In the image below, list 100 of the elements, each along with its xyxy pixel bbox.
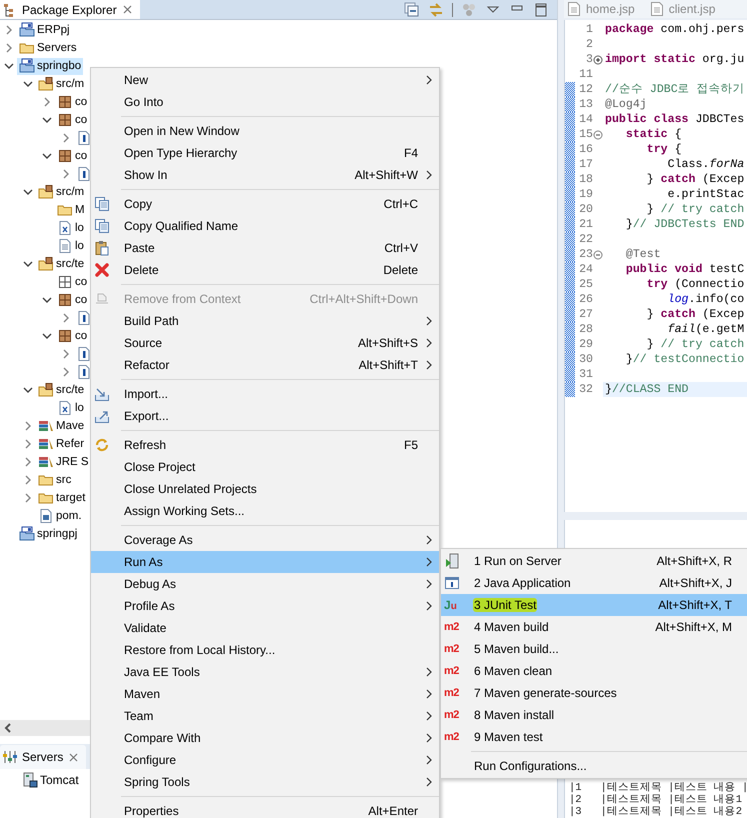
tree-item[interactable]: Servers [17, 40, 79, 56]
tree-item[interactable]: src/m [36, 184, 86, 200]
tree-item[interactable]: target [36, 490, 88, 506]
scroll-left-icon[interactable] [3, 722, 13, 734]
package-icon [57, 328, 73, 344]
menu-item[interactable]: Run As [91, 551, 439, 573]
tree-item[interactable]: co [55, 292, 90, 308]
close-icon[interactable] [67, 750, 80, 764]
menu-item[interactable]: 1 Run on Server Alt+Shift+X, R [441, 550, 747, 572]
line-number: 30 [578, 353, 593, 366]
menu-item[interactable]: Copy Qualified Name [91, 215, 439, 237]
menu-item[interactable]: Java EE Tools [91, 661, 439, 683]
tree-item[interactable]: src/m [36, 76, 86, 92]
shortcut-label: Alt+Shift+X, R [656, 554, 733, 568]
menu-item[interactable]: m2 9 Maven test [441, 726, 747, 748]
shortcut-label: F4 [402, 146, 418, 160]
menu-item[interactable]: Refresh F5 [91, 434, 439, 456]
menu-item[interactable]: Close Project [91, 456, 439, 478]
menu-item[interactable]: Ju 3 JUnit Test Alt+Shift+X, T [441, 594, 747, 616]
menu-item[interactable]: Import... [91, 383, 439, 405]
menu-item[interactable]: Debug As [91, 573, 439, 595]
line-number: 12 [578, 83, 593, 96]
menu-item[interactable]: m2 7 Maven generate-sources [441, 682, 747, 704]
menu-item[interactable]: Open Type Hierarchy F4 [91, 142, 439, 164]
tree-item[interactable]: Refer [36, 436, 86, 452]
code-line: try { [646, 142, 683, 158]
menu-item[interactable]: m2 4 Maven build Alt+Shift+X, M [441, 616, 747, 638]
tree-item[interactable]: ERPpj [17, 22, 72, 38]
dots-icon[interactable] [461, 2, 477, 18]
menu-item[interactable]: Restore from Local History... [91, 639, 439, 661]
menu-item[interactable]: New [91, 69, 439, 91]
menu-item[interactable]: Compare With [91, 727, 439, 749]
menu-item[interactable]: Paste Ctrl+V [91, 237, 439, 259]
shortcut-label: Alt+Shift+X, J [658, 576, 733, 590]
menu-item[interactable]: Team [91, 705, 439, 727]
package-icon [57, 148, 73, 164]
menu-item[interactable]: Copy Ctrl+C [91, 193, 439, 215]
shortcut-label: Alt+Enter [367, 804, 418, 818]
file-icon [57, 238, 73, 254]
tree-item[interactable]: src [36, 472, 74, 488]
tree-item[interactable]: co [55, 94, 90, 110]
tree-item[interactable]: JRE S [36, 454, 91, 470]
menu-item[interactable]: Delete Delete [91, 259, 439, 281]
package-folder-icon [38, 256, 54, 272]
server-item[interactable]: Tomcat [20, 772, 81, 788]
menu-item[interactable]: Source Alt+Shift+S [91, 332, 439, 354]
tree-item[interactable]: M [55, 202, 87, 218]
package-icon [57, 94, 73, 110]
menu-item[interactable]: m2 5 Maven build... [441, 638, 747, 660]
menu-item[interactable]: Run Configurations... [441, 755, 747, 777]
tree-item[interactable]: co [55, 112, 90, 128]
tree-item[interactable]: co [55, 148, 90, 164]
shortcut-label: F5 [402, 438, 418, 452]
menu-item[interactable]: 2 Java Application Alt+Shift+X, J [441, 572, 747, 594]
menu-item[interactable]: Open in New Window [91, 120, 439, 142]
tree-item[interactable]: src/te [36, 256, 86, 272]
line-number: 22 [578, 233, 593, 246]
menu-item[interactable]: Profile As [91, 595, 439, 617]
tree-item[interactable]: lo [55, 400, 86, 416]
tree-item[interactable]: co [55, 274, 90, 290]
tree-item[interactable]: springbo [17, 58, 84, 74]
m2-icon: m2 [444, 731, 459, 743]
view-tab[interactable]: Servers [0, 745, 86, 769]
line-number: 17 [578, 158, 593, 172]
menu-item[interactable]: Refactor Alt+Shift+T [91, 354, 439, 376]
java-file-icon [76, 346, 92, 362]
menu-item[interactable]: m2 8 Maven install [441, 704, 747, 726]
fold-expand-icon[interactable] [593, 54, 603, 65]
menu-item[interactable]: Spring Tools [91, 771, 439, 793]
tree-item[interactable]: lo [55, 220, 86, 236]
menu-item[interactable]: Configure [91, 749, 439, 771]
menu-item[interactable]: Validate [91, 617, 439, 639]
tree-item[interactable]: Mave [36, 418, 86, 434]
line-number: 11 [578, 68, 593, 82]
close-icon[interactable] [120, 3, 134, 16]
tree-item[interactable]: src/te [36, 382, 86, 398]
tree-item[interactable]: co [55, 328, 90, 344]
menu-item[interactable]: Build Path [91, 310, 439, 332]
menu-item[interactable]: Maven [91, 683, 439, 705]
code-line: }// JDBCTests END [624, 217, 746, 232]
menu-item[interactable]: Show In Alt+Shift+W [91, 164, 439, 186]
menu-item[interactable]: Coverage As [91, 529, 439, 551]
tree-item[interactable]: lo [55, 238, 86, 254]
view-tab[interactable]: Package Explorer [0, 0, 140, 19]
shortcut-label: Alt+Shift+T [358, 358, 418, 372]
maximize-icon[interactable] [533, 2, 549, 18]
menu-item[interactable]: Export... [91, 405, 439, 427]
refresh-icon [94, 437, 110, 453]
code-line: import static org.ju [604, 52, 746, 68]
fold-collapse-icon[interactable] [593, 250, 603, 260]
tree-item[interactable]: pom. [36, 508, 84, 524]
menu-item[interactable]: Close Unrelated Projects [91, 478, 439, 500]
fold-collapse-icon[interactable] [593, 130, 603, 140]
menu-item[interactable]: Assign Working Sets... [91, 500, 439, 522]
menu-item[interactable]: m2 6 Maven clean [441, 660, 747, 682]
collapse-all-icon[interactable] [404, 2, 420, 18]
menu-item[interactable]: Go Into [91, 91, 439, 113]
line-number: 13 [578, 98, 593, 112]
tree-item[interactable]: springpj [17, 526, 80, 542]
menu-item[interactable]: Properties Alt+Enter [91, 800, 439, 818]
